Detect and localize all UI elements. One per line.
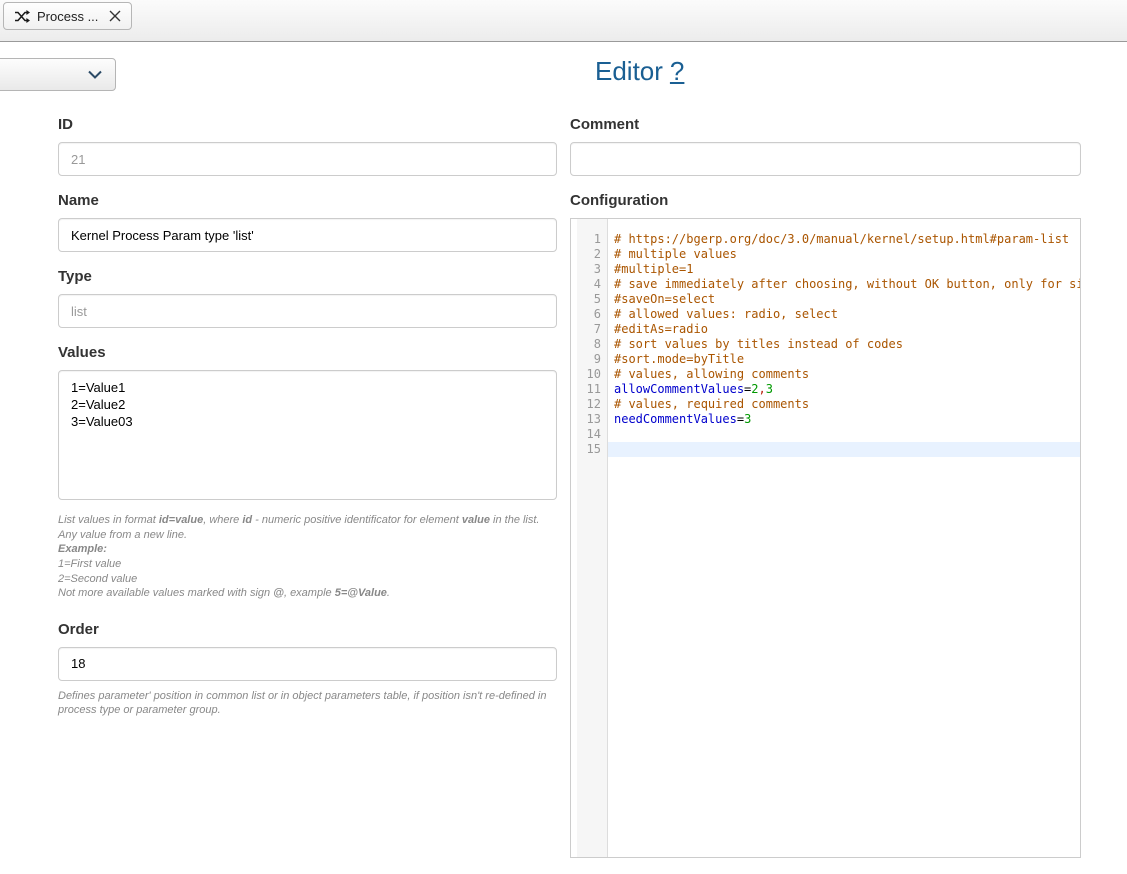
param-type-select[interactable] (0, 58, 116, 91)
type-input[interactable] (58, 294, 557, 328)
type-label: Type (58, 268, 557, 286)
line-number: 2 (571, 247, 608, 262)
line-number: 13 (571, 412, 608, 427)
order-help-text: Defines parameter' position in common li… (58, 689, 557, 718)
code-text: #sort.mode=byTitle (608, 352, 1080, 367)
field-configuration: Configuration 1# https://bgerp.org/doc/3… (570, 192, 1081, 858)
id-label: ID (58, 116, 557, 134)
line-number: 15 (571, 442, 608, 457)
values-help-text: List values in format id=value, where id… (58, 513, 557, 601)
code-line[interactable]: 11allowCommentValues=2,3 (571, 382, 1080, 397)
code-line[interactable]: 4# save immediately after choosing, with… (571, 277, 1080, 292)
line-number: 11 (571, 382, 608, 397)
tab-process[interactable]: Process ... (3, 2, 132, 30)
form-right-column: Comment Configuration 1# https://bgerp.o… (570, 116, 1081, 874)
code-line[interactable]: 7#editAs=radio (571, 322, 1080, 337)
code-line[interactable]: 9#sort.mode=byTitle (571, 352, 1080, 367)
configuration-label: Configuration (570, 192, 1081, 210)
page-title-text: Editor (595, 56, 663, 86)
line-number: 5 (571, 292, 608, 307)
field-type: Type (58, 268, 557, 328)
code-editor-lines: 1# https://bgerp.org/doc/3.0/manual/kern… (571, 219, 1080, 457)
code-line[interactable]: 6# allowed values: radio, select (571, 307, 1080, 322)
tab-title: Process ... (37, 9, 98, 24)
code-text (608, 427, 1080, 442)
code-text: # allowed values: radio, select (608, 307, 1080, 322)
order-label: Order (58, 621, 557, 639)
name-label: Name (58, 192, 557, 210)
field-name: Name (58, 192, 557, 252)
code-line[interactable]: 8# sort values by titles instead of code… (571, 337, 1080, 352)
code-text: #multiple=1 (608, 262, 1080, 277)
chevron-down-icon (87, 67, 103, 82)
code-text: # values, required comments (608, 397, 1080, 412)
close-icon[interactable] (109, 10, 121, 22)
line-number: 12 (571, 397, 608, 412)
line-number: 3 (571, 262, 608, 277)
line-number: 10 (571, 367, 608, 382)
comment-input[interactable] (570, 142, 1081, 176)
code-text: # multiple values (608, 247, 1080, 262)
line-number: 7 (571, 322, 608, 337)
code-line[interactable]: 3#multiple=1 (571, 262, 1080, 277)
code-text (608, 442, 1080, 457)
code-text: #saveOn=select (608, 292, 1080, 307)
values-label: Values (58, 344, 557, 362)
field-comment: Comment (570, 116, 1081, 176)
code-line[interactable]: 5#saveOn=select (571, 292, 1080, 307)
field-order: Order Defines parameter' position in com… (58, 621, 557, 718)
code-line[interactable]: 2# multiple values (571, 247, 1080, 262)
line-number: 8 (571, 337, 608, 352)
name-input[interactable] (58, 218, 557, 252)
code-line[interactable]: 1# https://bgerp.org/doc/3.0/manual/kern… (571, 232, 1080, 247)
code-text: # sort values by titles instead of codes (608, 337, 1080, 352)
field-values: Values 1=Value1 2=Value2 3=Value03 List … (58, 344, 557, 601)
line-number: 1 (571, 232, 608, 247)
code-text: # save immediately after choosing, witho… (608, 277, 1080, 292)
comment-label: Comment (570, 116, 1081, 134)
help-link[interactable]: ? (670, 56, 684, 86)
values-textarea[interactable]: 1=Value1 2=Value2 3=Value03 (58, 370, 557, 500)
code-text: allowCommentValues=2,3 (608, 382, 1080, 397)
code-line[interactable]: 15 (571, 442, 1080, 457)
order-input[interactable] (58, 647, 557, 681)
code-line[interactable]: 12# values, required comments (571, 397, 1080, 412)
form-left-column: ID Name Type Values 1=Value1 2=Value2 3=… (58, 116, 557, 734)
code-line[interactable]: 14 (571, 427, 1080, 442)
line-number: 14 (571, 427, 608, 442)
page-title: Editor? (595, 56, 684, 87)
code-line[interactable]: 10# values, allowing comments (571, 367, 1080, 382)
code-text: needCommentValues=3 (608, 412, 1080, 427)
field-id: ID (58, 116, 557, 176)
line-number: 6 (571, 307, 608, 322)
code-line[interactable]: 13needCommentValues=3 (571, 412, 1080, 427)
id-input[interactable] (58, 142, 557, 176)
code-text: # https://bgerp.org/doc/3.0/manual/kerne… (608, 232, 1080, 247)
shuffle-icon (14, 10, 30, 23)
code-text: # values, allowing comments (608, 367, 1080, 382)
line-number: 4 (571, 277, 608, 292)
code-text: #editAs=radio (608, 322, 1080, 337)
tab-bar: Process ... (0, 0, 1127, 42)
line-number: 9 (571, 352, 608, 367)
code-editor[interactable]: 1# https://bgerp.org/doc/3.0/manual/kern… (570, 218, 1081, 858)
